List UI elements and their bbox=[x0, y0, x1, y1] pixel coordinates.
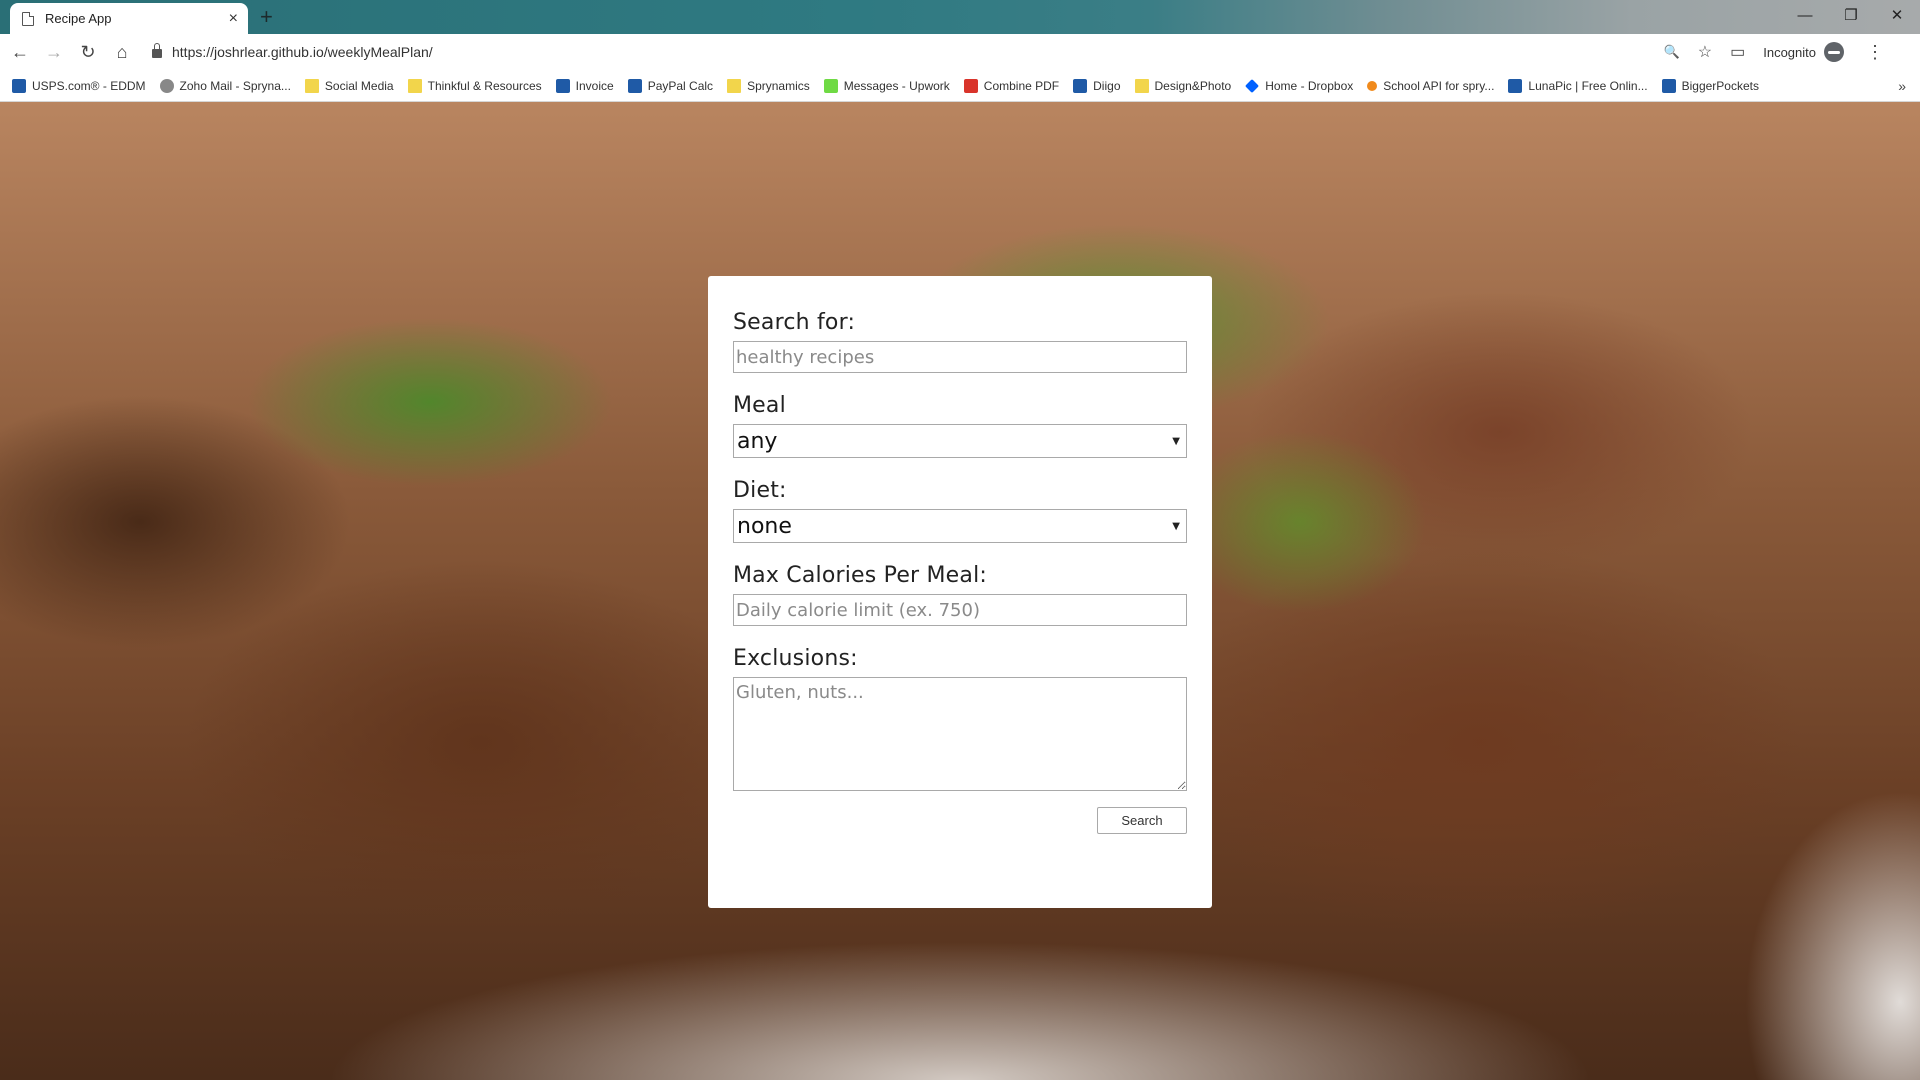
food-background: Search for: Meal any ▼ Diet: none ▼ Max … bbox=[0, 102, 1920, 1080]
close-tab-icon[interactable]: × bbox=[229, 10, 238, 27]
incognito-icon bbox=[1824, 42, 1844, 62]
bookmark-label: Combine PDF bbox=[983, 78, 1060, 93]
bookmark-label: Messages - Upwork bbox=[843, 78, 950, 93]
search-field-group: Search for: bbox=[733, 310, 1187, 373]
search-button-row: Search bbox=[733, 807, 1187, 834]
reload-button[interactable]: ↻ bbox=[74, 38, 102, 66]
restore-button[interactable]: ❐ bbox=[1828, 0, 1874, 30]
bookmark-thinkful[interactable]: Thinkful & Resources bbox=[407, 78, 542, 93]
browser-tabstrip: Recipe App × + — ❐ ✕ bbox=[0, 0, 1920, 34]
dropdown-arrow-icon: ▼ bbox=[1172, 435, 1180, 447]
omnibox-actions: 🔍 ☆ ▭ Incognito ⋮ bbox=[1664, 38, 1884, 66]
zoom-icon[interactable]: 🔍 bbox=[1664, 44, 1680, 60]
bookmark-invoice[interactable]: Invoice bbox=[555, 78, 614, 93]
calories-field-group: Max Calories Per Meal: bbox=[733, 563, 1187, 626]
usps-icon bbox=[12, 78, 26, 93]
cast-icon[interactable]: ▭ bbox=[1730, 42, 1745, 62]
bookmark-zoho-mail[interactable]: Zoho Mail - Spryna... bbox=[159, 78, 291, 93]
meal-selected-value: any bbox=[737, 428, 778, 454]
diet-label: Diet: bbox=[733, 478, 787, 503]
more-bookmarks-icon[interactable]: » bbox=[1898, 78, 1906, 94]
incognito-indicator[interactable]: Incognito bbox=[1763, 42, 1844, 62]
meal-field-group: Meal any ▼ bbox=[733, 393, 1187, 458]
bookmark-upwork[interactable]: Messages - Upwork bbox=[823, 78, 950, 93]
bookmark-paypal-calc[interactable]: PayPal Calc bbox=[627, 78, 714, 93]
school-api-icon bbox=[1367, 80, 1378, 91]
exclusions-label: Exclusions: bbox=[733, 646, 858, 671]
bookmark-label: Invoice bbox=[575, 78, 614, 93]
browser-menu-icon[interactable]: ⋮ bbox=[1866, 42, 1884, 63]
exclusions-textarea[interactable] bbox=[733, 677, 1187, 791]
bookmark-label: BiggerPockets bbox=[1681, 78, 1759, 93]
biggerpockets-icon bbox=[1661, 78, 1676, 93]
bookmark-school-api[interactable]: School API for spry... bbox=[1367, 79, 1494, 93]
diet-field-group: Diet: none ▼ bbox=[733, 478, 1187, 543]
zoho-mail-icon bbox=[159, 78, 174, 93]
meal-select[interactable]: any ▼ bbox=[733, 424, 1187, 458]
back-button[interactable]: ← bbox=[6, 38, 34, 66]
diet-select[interactable]: none ▼ bbox=[733, 509, 1187, 543]
lock-icon[interactable] bbox=[152, 43, 162, 58]
bookmark-label: LunaPic | Free Onlin... bbox=[1528, 78, 1648, 93]
recipe-search-form: Search for: Meal any ▼ Diet: none ▼ Max … bbox=[708, 276, 1212, 908]
tab-title: Recipe App bbox=[45, 11, 112, 26]
search-button[interactable]: Search bbox=[1097, 807, 1187, 834]
bookmark-dropbox[interactable]: Home - Dropbox bbox=[1245, 79, 1353, 93]
bookmark-label: Diigo bbox=[1093, 78, 1121, 93]
diet-selected-value: none bbox=[737, 513, 792, 539]
bookmark-label: USPS.com® - EDDM bbox=[32, 78, 146, 93]
bookmark-lunapic[interactable]: LunaPic | Free Onlin... bbox=[1508, 78, 1648, 93]
bookmark-label: Thinkful & Resources bbox=[427, 78, 542, 93]
bookmark-star-icon[interactable]: ☆ bbox=[1698, 42, 1712, 62]
pdf-icon bbox=[963, 78, 978, 93]
browser-toolbar: ← → ↻ ⌂ https://joshrlear.github.io/week… bbox=[0, 34, 1920, 70]
max-calories-input[interactable] bbox=[733, 594, 1187, 626]
url-text[interactable]: https://joshrlear.github.io/weeklyMealPl… bbox=[172, 44, 433, 60]
folder-icon bbox=[304, 78, 319, 93]
bookmark-diigo[interactable]: Diigo bbox=[1073, 78, 1121, 93]
dropdown-arrow-icon: ▼ bbox=[1172, 520, 1180, 532]
meal-label: Meal bbox=[733, 393, 786, 418]
folder-icon bbox=[407, 78, 422, 93]
bookmark-label: PayPal Calc bbox=[647, 78, 714, 93]
bookmark-label: Sprynamics bbox=[747, 78, 810, 93]
bookmark-combine-pdf[interactable]: Combine PDF bbox=[963, 78, 1060, 93]
window-controls: — ❐ ✕ bbox=[1782, 0, 1920, 30]
folder-icon bbox=[727, 78, 742, 93]
diigo-icon bbox=[1073, 78, 1088, 93]
close-window-button[interactable]: ✕ bbox=[1874, 0, 1920, 30]
bookmark-label: Social Media bbox=[324, 78, 394, 93]
bookmark-label: School API for spry... bbox=[1383, 78, 1495, 93]
page-icon bbox=[22, 11, 34, 26]
bookmark-label: Home - Dropbox bbox=[1265, 78, 1354, 93]
bookmark-biggerpockets[interactable]: BiggerPockets bbox=[1661, 78, 1759, 93]
calories-label: Max Calories Per Meal: bbox=[733, 563, 988, 588]
lunapic-icon bbox=[1508, 78, 1523, 93]
browser-tab-active[interactable]: Recipe App × bbox=[10, 3, 248, 34]
forward-button[interactable]: → bbox=[40, 38, 68, 66]
home-button[interactable]: ⌂ bbox=[108, 38, 136, 66]
bookmarks-bar: USPS.com® - EDDM Zoho Mail - Spryna... S… bbox=[0, 70, 1920, 102]
search-label: Search for: bbox=[733, 310, 856, 335]
search-input[interactable] bbox=[733, 341, 1187, 373]
bookmark-sprynamics[interactable]: Sprynamics bbox=[727, 78, 810, 93]
incognito-label: Incognito bbox=[1763, 44, 1816, 60]
bookmark-label: Zoho Mail - Spryna... bbox=[179, 78, 291, 93]
bookmark-label: Design&Photo bbox=[1154, 78, 1232, 93]
bookmark-usps[interactable]: USPS.com® - EDDM bbox=[12, 78, 146, 93]
folder-icon bbox=[1134, 78, 1149, 93]
address-bar[interactable]: https://joshrlear.github.io/weeklyMealPl… bbox=[148, 38, 1898, 66]
new-tab-button[interactable]: + bbox=[260, 4, 273, 30]
calculator-icon bbox=[627, 78, 642, 93]
bookmark-design-photo[interactable]: Design&Photo bbox=[1134, 78, 1232, 93]
dropbox-icon bbox=[1245, 78, 1260, 93]
exclusions-field-group: Exclusions: bbox=[733, 646, 1187, 795]
paypal-icon bbox=[555, 78, 570, 93]
bookmark-social-media[interactable]: Social Media bbox=[304, 78, 394, 93]
upwork-icon bbox=[823, 78, 838, 93]
minimize-button[interactable]: — bbox=[1782, 0, 1828, 30]
